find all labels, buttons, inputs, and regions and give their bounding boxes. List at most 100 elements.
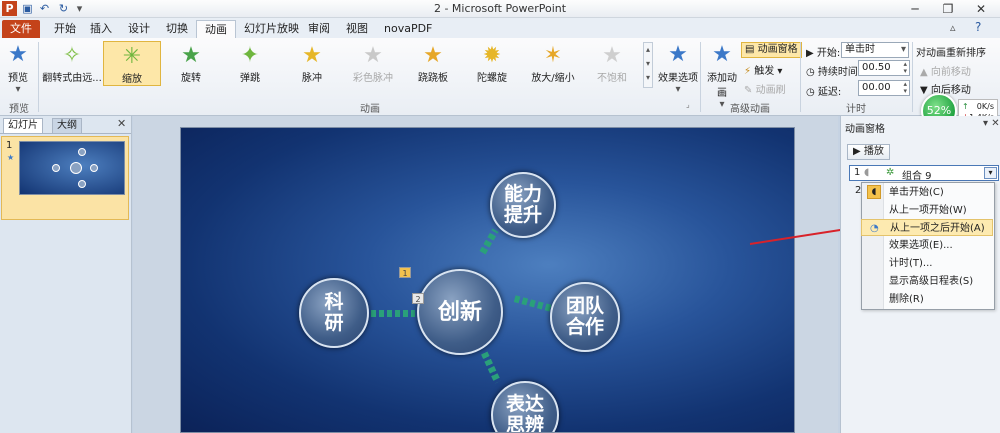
ribbon-tabs: 文件 开始 插入 设计 切换 动画 幻灯片放映 审阅 视图 novaPDF ▵ … xyxy=(0,18,1000,38)
grow-star-icon: ✶ xyxy=(543,43,563,68)
menu-start-with-previous[interactable]: 从上一项开始(W) xyxy=(861,202,993,219)
animation-marker-2[interactable]: 2 xyxy=(412,293,424,304)
menu-start-after-previous[interactable]: ◔ 从上一项之后开始(A) xyxy=(861,219,993,236)
tab-transitions[interactable]: 切换 xyxy=(158,20,196,38)
animation-flip-in[interactable]: ✧ 翻转式由远... xyxy=(42,41,102,86)
animation-zoom[interactable]: ✳ 缩放 xyxy=(103,41,161,86)
teeter-star-icon: ★ xyxy=(423,43,443,68)
gyro-star-icon: ✹ xyxy=(482,43,502,68)
animation-star-icon: ★ xyxy=(7,153,15,162)
animation-item-1[interactable]: 1 ◖ ✲ 组合 9 ▾ xyxy=(849,165,999,182)
animation-color-pulse[interactable]: ★ 彩色脉冲 xyxy=(343,41,403,86)
dialog-launcher-icon[interactable]: ⌟ xyxy=(686,100,690,109)
gallery-scroll[interactable]: ▴ ▾ ▾ xyxy=(643,42,653,88)
node-research[interactable]: 科研 xyxy=(299,278,369,348)
start-select[interactable]: 单击时 ▾ xyxy=(841,42,909,58)
animation-pane-button[interactable]: ▤ 动画窗格 xyxy=(741,42,802,58)
animation-desaturate[interactable]: ★ 不饱和 xyxy=(584,41,640,86)
animation-bounce[interactable]: ✦ 弹跳 xyxy=(221,41,279,86)
upload-arrow-icon: ↑ xyxy=(962,102,969,111)
thumb-center-node xyxy=(70,162,82,174)
mouse-click-icon: ◖ xyxy=(867,185,881,199)
tab-insert[interactable]: 插入 xyxy=(82,20,120,38)
thumb-right-node xyxy=(90,164,98,172)
node-ability[interactable]: 能力提升 xyxy=(490,172,556,238)
add-animation-label: 添加动画 xyxy=(707,73,737,99)
tab-view[interactable]: 视图 xyxy=(338,20,376,38)
effect-options-star-icon: ★ xyxy=(668,42,688,67)
delay-input[interactable]: 00.00 ▴ ▾ xyxy=(858,80,910,96)
animation-marker-1[interactable]: 1 xyxy=(399,267,411,278)
slide-thumbnail-image xyxy=(19,141,125,195)
menu-timing[interactable]: 计时(T)... xyxy=(861,255,993,272)
duration-spin-icon: ▴ ▾ xyxy=(903,60,907,75)
arrow-to-top xyxy=(479,228,499,255)
menu-effect-options[interactable]: 效果选项(E)... xyxy=(861,237,993,254)
node-expression[interactable]: 表达思辨 xyxy=(491,381,559,432)
menu-start-on-click[interactable]: ◖ 单击开始(C) xyxy=(861,184,993,201)
animation-painter-button[interactable]: ✎ 动画刷 xyxy=(744,81,786,96)
arrow-to-bottom xyxy=(481,351,501,384)
slide-canvas[interactable]: 创新 能力提升 团队合作 科研 表达思辨 1 2 xyxy=(180,127,795,433)
tab-outline[interactable]: 大纲 xyxy=(52,118,82,133)
animation-teeter[interactable]: ★ 跷跷板 xyxy=(404,41,462,86)
slide-thumbnail-selected[interactable]: 1 ★ xyxy=(1,136,129,220)
preview-group-label: 预览 xyxy=(9,104,29,115)
advanced-animation-group-label: 高级动画 xyxy=(730,104,770,115)
node-innovation[interactable]: 创新 xyxy=(417,269,503,355)
animation-pane-icon: ▤ xyxy=(745,44,758,55)
add-animation-star-icon: ★ xyxy=(712,42,732,67)
start-dropdown-icon: ▾ xyxy=(900,44,906,55)
move-earlier-button[interactable]: ▲ 向前移动 xyxy=(920,63,971,78)
flip-star-icon: ✧ xyxy=(62,43,82,68)
tab-review[interactable]: 审阅 xyxy=(300,20,338,38)
item-dropdown-icon[interactable]: ▾ xyxy=(984,167,997,179)
help-icon[interactable]: ? xyxy=(975,20,981,34)
animation-spin[interactable]: ★ 旋转 xyxy=(162,41,220,86)
effect-options-button[interactable]: ★ 效果选项 ▾ xyxy=(658,41,698,95)
tab-animations[interactable]: 动画 xyxy=(196,20,236,38)
trigger-icon: ⚡ xyxy=(744,66,752,77)
tab-slides[interactable]: 幻灯片 xyxy=(3,118,43,133)
tab-file[interactable]: 文件 xyxy=(2,20,40,38)
effect-options-dropdown-icon: ▾ xyxy=(675,84,681,95)
pane-options-icon[interactable]: ▾ ✕ xyxy=(983,118,1000,129)
close-button[interactable]: ✕ xyxy=(966,0,996,18)
down-arrow-icon: ▼ xyxy=(920,85,928,96)
tab-design[interactable]: 设计 xyxy=(120,20,158,38)
clock-icon: ◔ xyxy=(870,223,879,234)
timing-group-label: 计时 xyxy=(846,104,866,115)
delay-label: ◷ 延迟: xyxy=(806,87,842,98)
slide-number: 1 xyxy=(6,140,13,151)
desaturate-star-icon: ★ xyxy=(602,43,622,68)
animation-pulse[interactable]: ★ 脉冲 xyxy=(282,41,342,86)
zoom-effect-icon: ✲ xyxy=(886,167,895,178)
preview-button[interactable]: ★ 预览 ▾ xyxy=(3,41,33,95)
animation-painter-icon: ✎ xyxy=(744,85,753,96)
close-panel-icon[interactable]: ✕ xyxy=(117,117,126,130)
animation-grow-shrink[interactable]: ✶ 放大/缩小 xyxy=(524,41,582,86)
trigger-button[interactable]: ⚡ 触发 ▾ xyxy=(744,62,782,77)
node-teamwork[interactable]: 团队合作 xyxy=(550,282,620,352)
restore-button[interactable]: ❐ xyxy=(933,0,963,18)
duration-label: ◷ 持续时间: xyxy=(806,67,862,78)
duration-input[interactable]: 00.50 ▴ ▾ xyxy=(858,60,910,76)
animation-spin-gyro[interactable]: ✹ 陀螺旋 xyxy=(463,41,521,86)
minimize-button[interactable]: ─ xyxy=(900,0,930,18)
play-icon: ▶ xyxy=(853,146,864,157)
play-button[interactable]: ▶ 播放 xyxy=(847,144,890,160)
tab-home[interactable]: 开始 xyxy=(46,20,84,38)
thumb-left-node xyxy=(52,164,60,172)
title-bar: P ▣ ↶ ↻ ▾ 2 - Microsoft PowerPoint ─ ❐ ✕ xyxy=(0,0,1000,18)
effect-options-label: 效果选项 xyxy=(658,73,698,84)
start-label: ▶ 开始: xyxy=(806,48,841,59)
animation-pane: 动画窗格 ▾ ✕ ▶ 播放 1 ◖ ✲ 组合 9 ▾ 2 ◖ 单击开始(C) 从上… xyxy=(840,116,1000,433)
animation-pane-title: 动画窗格 xyxy=(845,124,885,135)
ribbon-minimize-icon[interactable]: ▵ xyxy=(950,21,956,34)
tab-slideshow[interactable]: 幻灯片放映 xyxy=(236,20,307,38)
menu-remove[interactable]: 删除(R) xyxy=(861,291,993,308)
clock-icon: ◷ xyxy=(806,67,815,78)
menu-show-advanced-timeline[interactable]: 显示高级日程表(S) xyxy=(861,273,993,290)
preview-label: 预览 xyxy=(8,73,28,84)
tab-novapdf[interactable]: novaPDF xyxy=(376,20,440,38)
